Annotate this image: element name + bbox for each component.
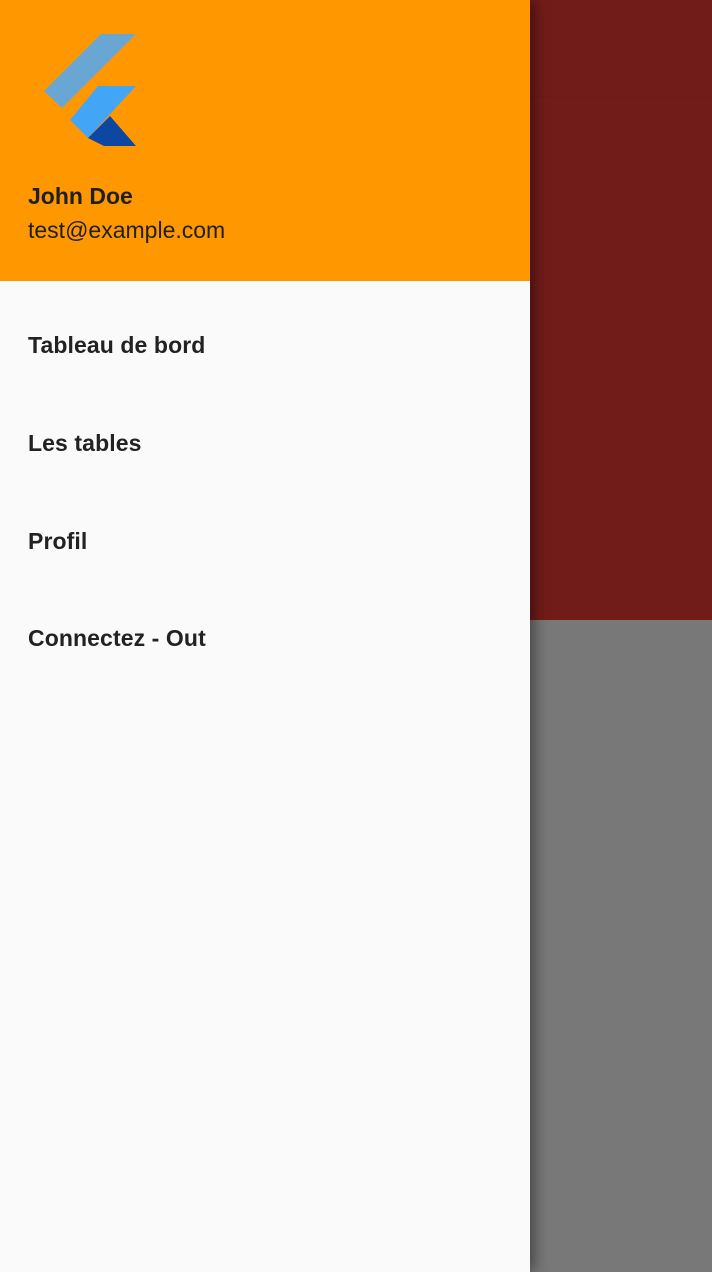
menu-item-dashboard[interactable]: Tableau de bord (0, 297, 530, 395)
account-name: John Doe (28, 183, 133, 209)
menu-item-label: Tableau de bord (28, 332, 206, 359)
menu-item-tables[interactable]: Les tables (0, 395, 530, 493)
menu-item-logout[interactable]: Connectez - Out (0, 590, 530, 688)
drawer-header: John Doe test@example.com (0, 0, 530, 281)
menu-item-label: Connectez - Out (28, 625, 206, 652)
account-email: test@example.com (28, 217, 226, 243)
menu-item-profile[interactable]: Profil (0, 492, 530, 590)
screen: John Doe test@example.com Tableau de bor… (0, 0, 712, 1272)
flutter-logo-icon (44, 34, 136, 146)
menu-item-label: Les tables (28, 430, 142, 457)
menu-item-label: Profil (28, 527, 88, 554)
navigation-drawer: John Doe test@example.com Tableau de bor… (0, 0, 530, 1272)
drawer-menu: Tableau de bord Les tables Profil Connec… (0, 297, 530, 688)
